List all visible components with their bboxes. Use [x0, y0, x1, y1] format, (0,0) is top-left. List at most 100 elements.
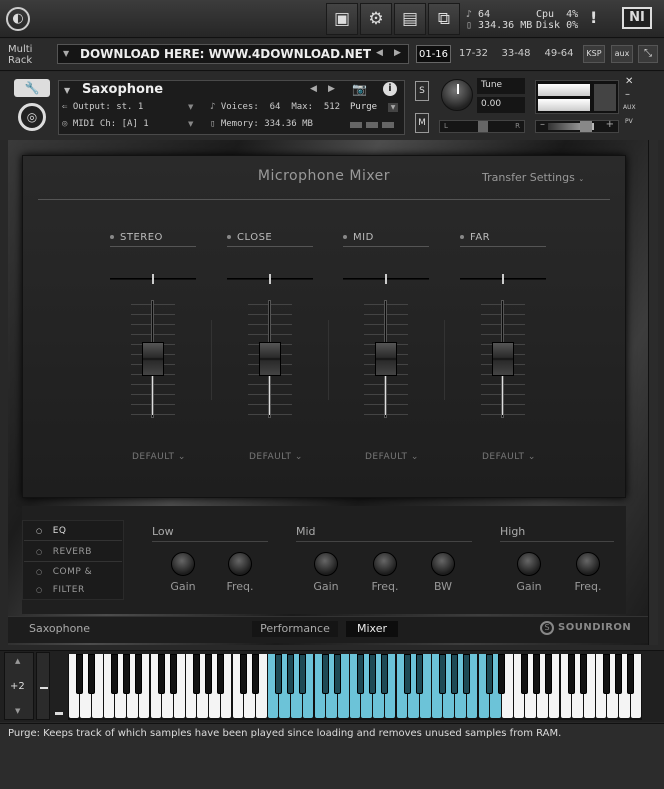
- black-key[interactable]: [486, 654, 494, 694]
- black-key[interactable]: [216, 654, 224, 694]
- fx-item-eq[interactable]: ○ EQ: [36, 526, 66, 536]
- black-key[interactable]: [287, 654, 295, 694]
- ni-logo-icon[interactable]: NI: [622, 7, 652, 29]
- stereo-pan-handle[interactable]: [152, 274, 154, 284]
- octave-control[interactable]: ▲ +2 ▼: [4, 652, 34, 720]
- mid-freq-knob[interactable]: [373, 552, 397, 576]
- mid-preset-dropdown[interactable]: DEFAULT ⌄: [365, 452, 419, 462]
- high-freq-knob[interactable]: [576, 552, 600, 576]
- far-pan-handle[interactable]: [502, 274, 504, 284]
- rack-next-icon[interactable]: ▶: [394, 48, 401, 58]
- mid-fader-handle[interactable]: [375, 342, 397, 376]
- black-key[interactable]: [322, 654, 330, 694]
- close-fader-handle[interactable]: [259, 342, 281, 376]
- close-icon[interactable]: ✕: [625, 76, 633, 87]
- instrument-name[interactable]: Saxophone: [82, 82, 163, 97]
- pv-label[interactable]: PV: [625, 118, 633, 125]
- mute-button[interactable]: M: [415, 113, 429, 133]
- aux-button[interactable]: aux: [611, 45, 633, 63]
- black-key[interactable]: [404, 654, 412, 694]
- close-pan-handle[interactable]: [269, 274, 271, 284]
- aux-label[interactable]: AUX: [623, 104, 636, 111]
- black-key[interactable]: [205, 654, 213, 694]
- info-icon[interactable]: i: [383, 82, 397, 96]
- tab-33-48[interactable]: 33-48: [496, 45, 536, 63]
- gear-icon[interactable]: ⚙: [360, 3, 392, 35]
- low-freq-knob[interactable]: [228, 552, 252, 576]
- black-key[interactable]: [111, 654, 119, 694]
- tab-17-32[interactable]: 17-32: [455, 45, 492, 63]
- tab-49-64[interactable]: 49-64: [539, 45, 579, 63]
- instrument-dropdown-icon[interactable]: ▼: [64, 86, 70, 95]
- black-key[interactable]: [87, 654, 95, 694]
- black-key[interactable]: [462, 654, 470, 694]
- pan-slider[interactable]: L R: [439, 120, 525, 133]
- low-gain-knob[interactable]: [171, 552, 195, 576]
- black-key[interactable]: [333, 654, 341, 694]
- black-key[interactable]: [568, 654, 576, 694]
- midi-dropdown-icon[interactable]: ▼: [188, 120, 193, 128]
- instrument-prev-icon[interactable]: ◀: [310, 84, 317, 94]
- output-dropdown-icon[interactable]: ▼: [188, 103, 193, 111]
- black-key[interactable]: [193, 654, 201, 694]
- purge-dropdown-icon[interactable]: ▼: [388, 103, 398, 112]
- camera-icon[interactable]: 📷: [352, 82, 367, 96]
- minimize-icon[interactable]: –: [625, 89, 630, 100]
- rack-dropdown-icon[interactable]: ▼: [63, 49, 69, 58]
- output-field[interactable]: ⇐ Output: st. 1: [62, 102, 143, 112]
- channel-label-stereo[interactable]: STEREO: [110, 232, 163, 243]
- purge-button[interactable]: Purge: [350, 102, 377, 112]
- kontakt-logo-icon[interactable]: ◐: [6, 7, 30, 31]
- channel-label-close[interactable]: CLOSE: [227, 232, 272, 243]
- black-key[interactable]: [497, 654, 505, 694]
- fx-item-filter[interactable]: ○ FILTER: [36, 585, 85, 595]
- far-fader-handle[interactable]: [492, 342, 514, 376]
- black-key[interactable]: [415, 654, 423, 694]
- layout-icon[interactable]: ▤: [394, 3, 426, 35]
- rack-prev-icon[interactable]: ◀: [376, 48, 383, 58]
- black-key[interactable]: [626, 654, 634, 694]
- body-scrollbar[interactable]: [648, 140, 658, 645]
- channel-label-far[interactable]: FAR: [460, 232, 490, 243]
- wrench-icon[interactable]: 🔧: [14, 79, 50, 97]
- black-key[interactable]: [134, 654, 142, 694]
- tab-mixer[interactable]: Mixer: [346, 621, 398, 637]
- ksp-button[interactable]: KSP: [583, 45, 605, 63]
- collapse-icon[interactable]: ⤡: [638, 45, 658, 63]
- black-key[interactable]: [380, 654, 388, 694]
- channel-label-mid[interactable]: MID: [343, 232, 374, 243]
- fx-item-comp-filter[interactable]: ○ COMP &: [36, 567, 92, 577]
- warning-icon[interactable]: !: [590, 8, 597, 27]
- black-key[interactable]: [603, 654, 611, 694]
- tune-value[interactable]: 0.00: [477, 97, 525, 113]
- black-key[interactable]: [521, 654, 529, 694]
- black-key[interactable]: [357, 654, 365, 694]
- black-key[interactable]: [169, 654, 177, 694]
- black-key[interactable]: [76, 654, 84, 694]
- tab-performance[interactable]: Performance: [252, 621, 338, 637]
- stereo-preset-dropdown[interactable]: DEFAULT ⌄: [132, 452, 186, 462]
- far-preset-dropdown[interactable]: DEFAULT ⌄: [482, 452, 536, 462]
- volume-slider[interactable]: – +: [535, 119, 619, 133]
- instrument-next-icon[interactable]: ▶: [328, 84, 335, 94]
- transfer-settings-dropdown[interactable]: Transfer Settings ⌄: [482, 171, 584, 184]
- resize-icon[interactable]: ⧉: [428, 3, 460, 35]
- black-key[interactable]: [451, 654, 459, 694]
- high-gain-knob[interactable]: [517, 552, 541, 576]
- piano-keyboard[interactable]: [68, 654, 642, 720]
- save-icon[interactable]: ▣: [326, 3, 358, 35]
- mid-pan-handle[interactable]: [385, 274, 387, 284]
- rack-name-field[interactable]: DOWNLOAD HERE: WWW.4DOWNLOAD.NET: [57, 44, 409, 64]
- black-key[interactable]: [123, 654, 131, 694]
- mid-bw-knob[interactable]: [431, 552, 455, 576]
- pitch-mod-wheel[interactable]: [36, 652, 50, 720]
- tab-01-16[interactable]: 01-16: [416, 45, 451, 63]
- black-key[interactable]: [533, 654, 541, 694]
- solo-button[interactable]: S: [415, 81, 429, 101]
- stereo-fader-handle[interactable]: [142, 342, 164, 376]
- black-key[interactable]: [158, 654, 166, 694]
- black-key[interactable]: [298, 654, 306, 694]
- black-key[interactable]: [240, 654, 248, 694]
- black-key[interactable]: [369, 654, 377, 694]
- black-key[interactable]: [579, 654, 587, 694]
